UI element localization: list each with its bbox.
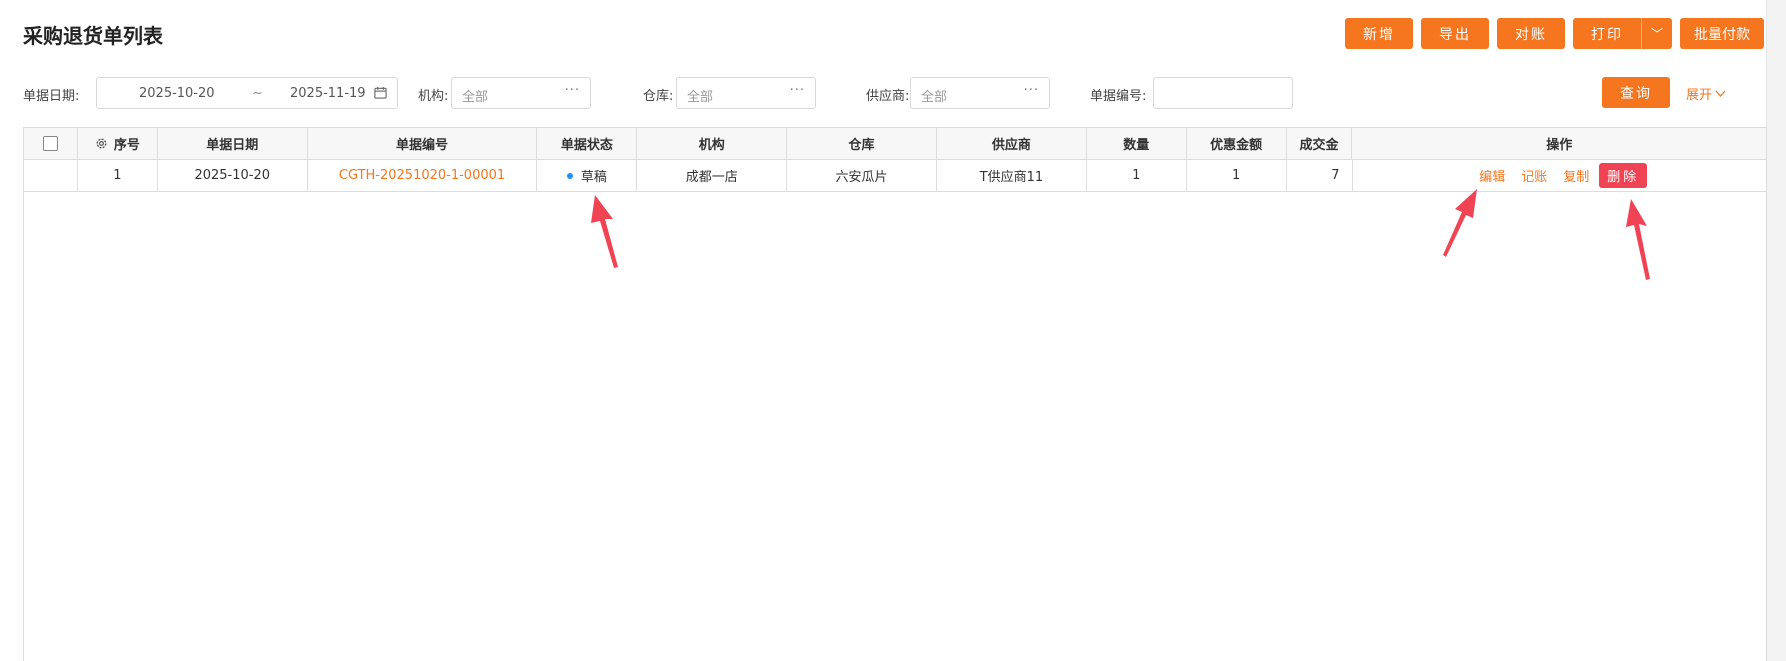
- row-supplier: T供应商11: [937, 160, 1087, 191]
- reconcile-button[interactable]: 对账: [1496, 18, 1565, 49]
- row-amount: 7: [1287, 160, 1353, 191]
- org-value: 全部: [462, 90, 489, 105]
- post-link[interactable]: 记账: [1521, 166, 1547, 185]
- table-header-row: 序号 单据日期 单据编号 单据状态 机构 仓库 供应商 数量 优惠金额 成交金 …: [24, 128, 1766, 160]
- header-amount: 成交金: [1287, 128, 1353, 159]
- annotation-arrow-delete: [1626, 199, 1650, 280]
- row-doc-no-link[interactable]: CGTH-20251020-1-00001: [308, 160, 538, 191]
- date-range-separator: ~: [252, 86, 263, 101]
- select-all-checkbox[interactable]: [42, 136, 58, 151]
- table-row[interactable]: 1 2025-10-20 CGTH-20251020-1-00001 草稿 成都…: [24, 160, 1766, 192]
- print-button[interactable]: 打印: [1572, 18, 1641, 49]
- row-ops: 编辑 记账 复制 删除: [1353, 160, 1767, 191]
- header-warehouse: 仓库: [787, 128, 937, 159]
- supplier-value: 全部: [921, 90, 948, 105]
- page-title: 采购退货单列表: [23, 24, 163, 48]
- header-org: 机构: [637, 128, 788, 159]
- header-discount: 优惠金额: [1187, 128, 1287, 159]
- row-status-label: 草稿: [580, 170, 607, 185]
- warehouse-more-icon[interactable]: ···: [790, 83, 805, 98]
- date-range-picker[interactable]: 2025-10-20 ~ 2025-11-19: [96, 77, 398, 109]
- row-select-cell[interactable]: [24, 160, 78, 191]
- row-org: 成都一店: [637, 160, 788, 191]
- header-seq[interactable]: 序号: [78, 128, 158, 159]
- date-label: 单据日期:: [23, 89, 80, 104]
- add-button[interactable]: 新增: [1344, 18, 1413, 49]
- header-ops: 操作: [1546, 138, 1573, 153]
- header-seq-label: 序号: [113, 138, 140, 153]
- warehouse-label: 仓库:: [643, 89, 674, 104]
- chevron-down-icon: [1715, 90, 1726, 97]
- header-qty: 数量: [1087, 128, 1187, 159]
- row-status: 草稿: [537, 160, 638, 191]
- row-qty: 1: [1087, 160, 1187, 191]
- row-warehouse: 六安瓜片: [787, 160, 937, 191]
- calendar-icon[interactable]: [374, 86, 387, 99]
- supplier-label: 供应商:: [866, 89, 910, 104]
- doc-no-input[interactable]: [1153, 77, 1293, 109]
- supplier-more-icon[interactable]: ···: [1024, 83, 1039, 98]
- edit-link[interactable]: 编辑: [1479, 166, 1505, 185]
- annotation-arrow-status: [591, 195, 618, 268]
- row-date: 2025-10-20: [158, 160, 308, 191]
- header-supplier: 供应商: [937, 128, 1087, 159]
- toolbar: 新增 导出 对账 打印 ﹀ 批量付款: [1344, 18, 1764, 49]
- copy-link[interactable]: 复制: [1563, 166, 1589, 185]
- header-select-all-cell: [24, 128, 78, 159]
- data-table: 序号 单据日期 单据编号 单据状态 机构 仓库 供应商 数量 优惠金额 成交金 …: [23, 127, 1767, 661]
- annotation-arrow-edit: [1443, 189, 1477, 257]
- batch-pay-button[interactable]: 批量付款: [1680, 18, 1764, 49]
- warehouse-value: 全部: [687, 90, 714, 105]
- header-status: 单据状态: [537, 128, 638, 159]
- header-doc-no: 单据编号: [308, 128, 538, 159]
- status-dot-icon: [566, 172, 573, 179]
- doc-no-label: 单据编号:: [1090, 89, 1147, 104]
- expand-label: 展开: [1685, 88, 1712, 103]
- warehouse-select[interactable]: 全部 ···: [676, 77, 816, 109]
- page-scrollbar[interactable]: [1766, 0, 1786, 661]
- org-label: 机构:: [418, 89, 449, 104]
- row-discount: 1: [1187, 160, 1287, 191]
- date-end[interactable]: 2025-11-19: [290, 86, 366, 101]
- gear-icon[interactable]: [95, 137, 108, 150]
- export-button[interactable]: 导出: [1420, 18, 1489, 49]
- org-more-icon[interactable]: ···: [565, 83, 580, 98]
- expand-link[interactable]: 展开: [1686, 84, 1726, 103]
- org-select[interactable]: 全部 ···: [451, 77, 591, 109]
- filter-bar: 单据日期: 2025-10-20 ~ 2025-11-19 机构: 全部 ···…: [23, 77, 1764, 109]
- supplier-select[interactable]: 全部 ···: [910, 77, 1050, 109]
- row-seq: 1: [78, 160, 158, 191]
- delete-button[interactable]: 删除: [1599, 163, 1648, 188]
- header-date: 单据日期: [158, 128, 308, 159]
- print-split-button: 打印 ﹀: [1572, 18, 1672, 49]
- query-button[interactable]: 查询: [1602, 77, 1670, 108]
- print-dropdown-chevron-icon[interactable]: ﹀: [1641, 18, 1672, 49]
- date-start[interactable]: 2025-10-20: [139, 86, 215, 101]
